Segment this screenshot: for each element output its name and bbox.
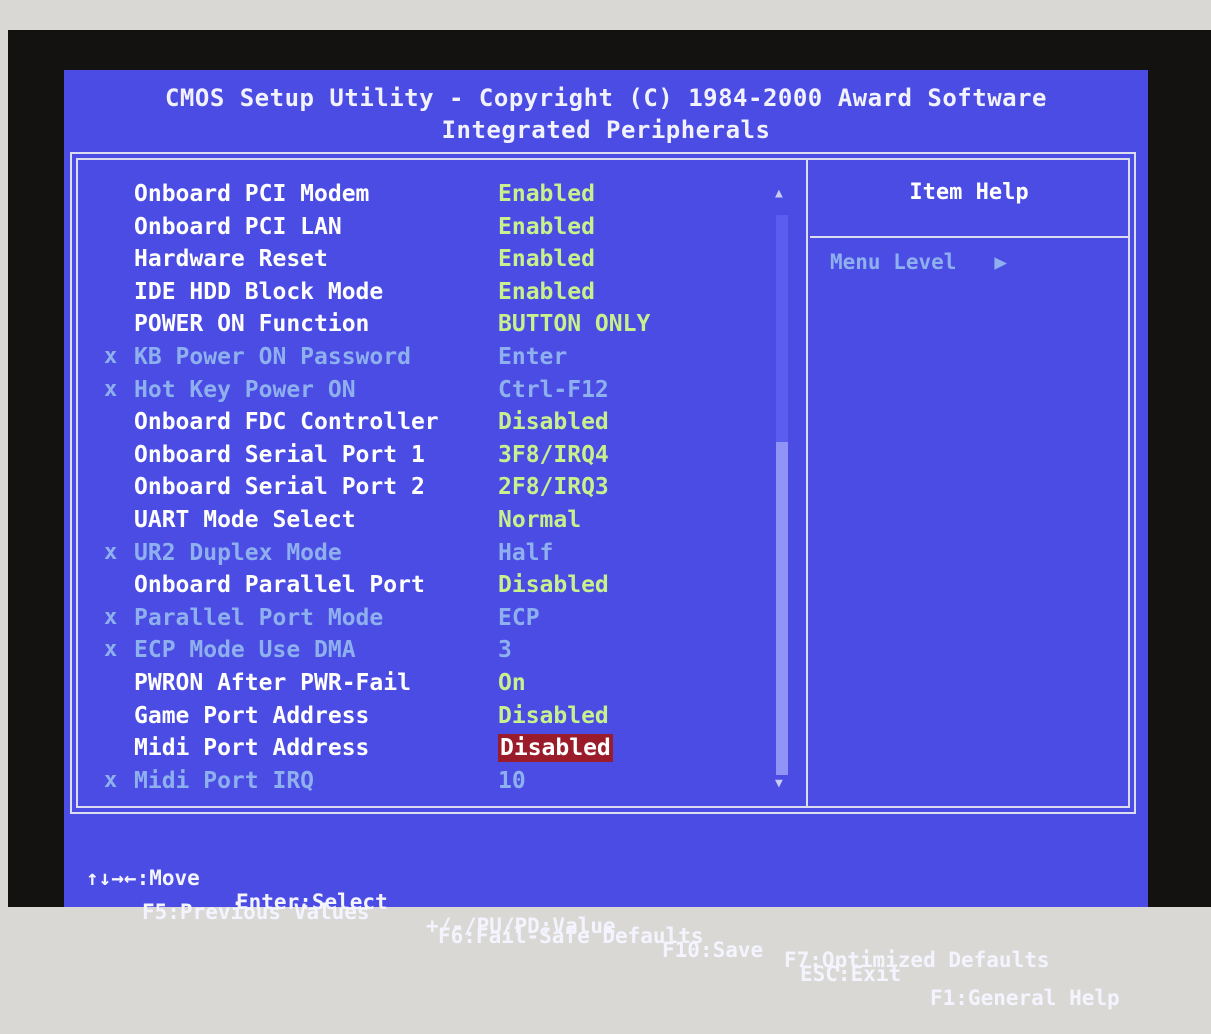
setting-row[interactable]: Onboard Parallel Port Disabled bbox=[64, 569, 764, 601]
help-divider bbox=[810, 236, 1128, 238]
setting-value[interactable]: Enabled bbox=[498, 276, 595, 308]
setting-row[interactable]: Onboard Serial Port 2 2F8/IRQ3 bbox=[64, 471, 764, 503]
key-legend-line-2: F5:Previous Values F6:Fail-Safe Defaults… bbox=[64, 876, 1148, 996]
setting-label: Onboard PCI LAN bbox=[134, 213, 342, 240]
setting-row[interactable]: POWER ON Function BUTTON ONLY bbox=[64, 308, 764, 340]
scroll-up-icon[interactable]: ▲ bbox=[775, 186, 783, 201]
setting-label: Hot Key Power ON bbox=[134, 376, 356, 403]
setting-label: POWER ON Function bbox=[134, 311, 370, 338]
setting-value: 10 bbox=[498, 767, 526, 794]
setting-label: Hardware Reset bbox=[134, 246, 328, 273]
setting-value: ECP bbox=[498, 604, 540, 631]
setting-label: UR2 Duplex Mode bbox=[134, 539, 342, 566]
setting-label: ECP Mode Use DMA bbox=[134, 637, 356, 664]
disabled-mark-icon: x bbox=[104, 539, 118, 565]
setting-value[interactable]: Disabled bbox=[498, 406, 609, 438]
setting-row[interactable]: IDE HDD Block Mode Enabled bbox=[64, 276, 764, 308]
disabled-mark-icon: x bbox=[104, 604, 118, 630]
setting-row: x Midi Port IRQ 10 bbox=[64, 765, 764, 797]
disabled-mark-icon: x bbox=[104, 376, 118, 402]
setting-label: Onboard Serial Port 2 bbox=[134, 474, 425, 501]
setting-row[interactable]: Game Port Address Disabled bbox=[64, 700, 764, 732]
key-previous-values: F5:Previous Values bbox=[142, 900, 370, 924]
page-title: Integrated Peripherals bbox=[441, 116, 771, 144]
setting-value: 3 bbox=[498, 637, 512, 664]
scrollbar-thumb[interactable] bbox=[776, 442, 788, 775]
setting-label: IDE HDD Block Mode bbox=[134, 278, 384, 305]
bios-screen: CMOS Setup Utility - Copyright (C) 1984-… bbox=[64, 70, 1148, 1010]
setting-value[interactable]: BUTTON ONLY bbox=[498, 308, 650, 340]
setting-row: x Parallel Port Mode ECP bbox=[64, 602, 764, 634]
setting-row[interactable]: Onboard PCI LAN Enabled bbox=[64, 211, 764, 243]
disabled-mark-icon: x bbox=[104, 637, 118, 663]
menu-level-label: Menu Level ▶ bbox=[830, 250, 1008, 274]
key-optimized-defaults: F7:Optimized Defaults bbox=[784, 948, 1050, 972]
setting-row[interactable]: Onboard PCI Modem Enabled bbox=[64, 178, 764, 210]
setting-row[interactable]: UART Mode Select Normal bbox=[64, 504, 764, 536]
setting-row: x ECP Mode Use DMA 3 bbox=[64, 634, 764, 666]
setting-value[interactable]: Disabled bbox=[498, 569, 609, 601]
setting-row[interactable]: Hardware Reset Enabled bbox=[64, 243, 764, 275]
setting-label: Onboard Serial Port 1 bbox=[134, 441, 425, 468]
setting-row[interactable]: PWRON After PWR-Fail On bbox=[64, 667, 764, 699]
setting-row[interactable]: Midi Port Address Disabled bbox=[64, 732, 764, 764]
setting-value[interactable]: On bbox=[498, 667, 526, 699]
disabled-mark-icon: x bbox=[104, 344, 118, 369]
setting-value: Half bbox=[498, 539, 554, 566]
setting-value[interactable]: Normal bbox=[498, 504, 581, 536]
panel-divider bbox=[806, 158, 808, 808]
setting-row: x Hot Key Power ON Ctrl-F12 bbox=[64, 374, 764, 406]
setting-value[interactable]: Disabled bbox=[498, 734, 613, 763]
setting-label: Game Port Address bbox=[134, 702, 370, 729]
setting-row: x KB Power ON Password Enter bbox=[64, 341, 764, 373]
scroll-down-icon[interactable]: ▼ bbox=[775, 776, 783, 791]
setting-label: UART Mode Select bbox=[134, 507, 356, 533]
setting-label: Midi Port Address bbox=[134, 735, 370, 762]
setting-value[interactable]: 3F8/IRQ4 bbox=[498, 439, 609, 471]
setting-label: Midi Port IRQ bbox=[134, 767, 315, 794]
setting-value[interactable]: Enabled bbox=[498, 211, 595, 243]
item-help-title: Item Help bbox=[909, 180, 1029, 205]
setting-label: KB Power ON Password bbox=[134, 344, 411, 370]
setting-value[interactable]: Disabled bbox=[498, 700, 609, 732]
setting-label: Onboard FDC Controller bbox=[134, 409, 439, 436]
setting-value[interactable]: Enabled bbox=[498, 243, 595, 275]
setting-value: Enter bbox=[498, 344, 568, 370]
setting-label: Onboard PCI Modem bbox=[134, 181, 370, 207]
setting-row[interactable]: Onboard FDC Controller Disabled bbox=[64, 406, 764, 438]
setting-label: PWRON After PWR-Fail bbox=[134, 670, 411, 696]
window-title: CMOS Setup Utility - Copyright (C) 1984-… bbox=[164, 84, 1047, 112]
setting-value[interactable]: Enabled bbox=[498, 178, 595, 210]
setting-row[interactable]: Onboard Serial Port 1 3F8/IRQ4 bbox=[64, 439, 764, 471]
setting-value: Ctrl-F12 bbox=[498, 376, 609, 403]
setting-label: Onboard Parallel Port bbox=[134, 572, 425, 599]
setting-value[interactable]: 2F8/IRQ3 bbox=[498, 471, 609, 503]
key-fail-safe-defaults: F6:Fail-Safe Defaults bbox=[438, 924, 704, 948]
setting-row: x UR2 Duplex Mode Half bbox=[64, 537, 764, 569]
disabled-mark-icon: x bbox=[104, 767, 118, 793]
setting-label: Parallel Port Mode bbox=[134, 604, 384, 631]
